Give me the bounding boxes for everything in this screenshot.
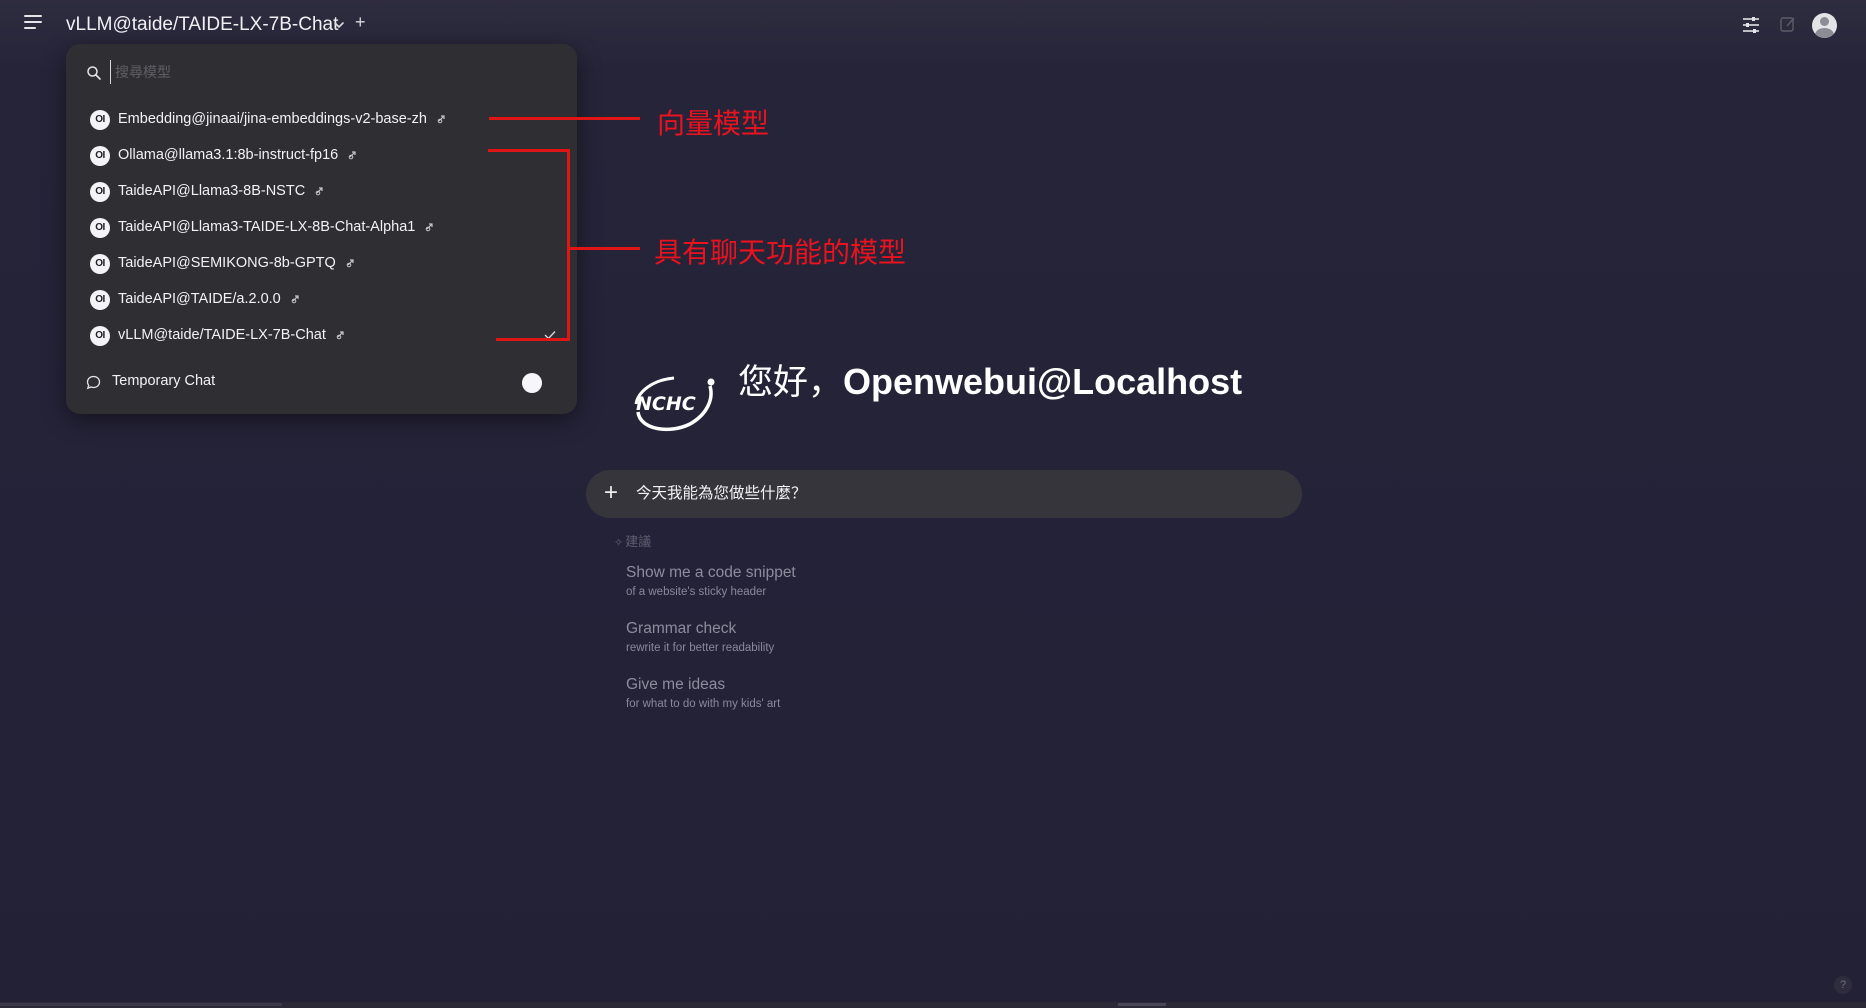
nchc-logo-icon: NCHC: [634, 376, 715, 432]
suggestion-item[interactable]: Give me ideas for what to do with my kid…: [626, 676, 780, 710]
suggestion-item[interactable]: Show me a code snippet of a website's st…: [626, 564, 796, 598]
chat-message-input[interactable]: [636, 482, 1256, 506]
annotation-bracket-vertical: [567, 149, 570, 341]
model-search-input[interactable]: [110, 60, 510, 84]
model-label: TaideAPI@Llama3-TAIDE-LX-8B-Chat-Alpha1: [118, 219, 416, 235]
model-selector-button[interactable]: vLLM@taide/TAIDE-LX-7B-Chat: [66, 14, 338, 36]
suggestion-title: Show me a code snippet: [626, 564, 796, 581]
model-label: Embedding@jinaai/jina-embeddings-v2-base…: [118, 111, 427, 127]
chat-bubble-icon: [86, 375, 101, 390]
suggestions-label: 建議: [625, 534, 652, 549]
menu-icon[interactable]: [24, 15, 46, 35]
temporary-chat-label: Temporary Chat: [112, 373, 216, 389]
chat-input-box: +: [586, 470, 1302, 518]
logo-text: NCHC: [636, 393, 696, 415]
suggestion-title: Give me ideas: [626, 676, 726, 693]
sliders-icon[interactable]: [1741, 16, 1761, 34]
bottom-scrollbar[interactable]: [0, 1002, 1866, 1008]
link-icon: [315, 187, 323, 196]
model-badge-icon: OI: [90, 146, 110, 166]
link-icon: [336, 331, 344, 340]
annotation-chat-models-label: 具有聊天功能的模型: [654, 236, 907, 269]
sparkle-icon: ✧: [614, 537, 624, 549]
greeting-prefix: 您好，: [738, 363, 844, 402]
model-item-taide-a200[interactable]: OI TaideAPI@TAIDE/a.2.0.0: [66, 282, 577, 318]
model-item-taide-nstc[interactable]: OI TaideAPI@Llama3-8B-NSTC: [66, 174, 577, 210]
edit-icon[interactable]: [1779, 15, 1797, 33]
model-item-semikong[interactable]: OI TaideAPI@SEMIKONG-8b-GPTQ: [66, 246, 577, 282]
app-page: vLLM@taide/TAIDE-LX-7B-Chat + 搜尋模型 OI Em…: [0, 0, 1866, 1008]
annotation-embedding-label: 向量模型: [657, 107, 770, 140]
link-icon: [346, 259, 354, 268]
chevron-down-icon[interactable]: [332, 18, 346, 32]
link-icon: [426, 223, 433, 232]
model-label: TaideAPI@TAIDE/a.2.0.0: [118, 291, 281, 307]
top-bar: vLLM@taide/TAIDE-LX-7B-Chat +: [0, 0, 1866, 50]
greeting-heading: 您好，Openwebui@Localhost: [738, 354, 1242, 405]
link-icon: [437, 115, 445, 124]
model-badge-icon: OI: [90, 182, 110, 202]
suggestion-subtitle: of a website's sticky header: [626, 586, 767, 598]
temporary-chat-toggle[interactable]: [522, 373, 542, 393]
annotation-bracket-top: [488, 149, 570, 152]
model-badge-icon: OI: [90, 290, 110, 310]
annotation-bracket-bottom: [496, 338, 570, 341]
help-icon[interactable]: ?: [1834, 976, 1852, 994]
temporary-chat-row[interactable]: Temporary Chat: [86, 370, 556, 396]
model-badge-icon: OI: [90, 254, 110, 274]
suggestion-item[interactable]: Grammar check rewrite it for better read…: [626, 620, 774, 654]
add-model-button[interactable]: +: [355, 12, 366, 33]
model-label: Ollama@llama3.1:8b-instruct-fp16: [118, 147, 339, 163]
model-item-taide-alpha1[interactable]: OI TaideAPI@Llama3-TAIDE-LX-8B-Chat-Alph…: [66, 210, 577, 246]
model-label: TaideAPI@SEMIKONG-8b-GPTQ: [118, 255, 336, 271]
greeting-user: Openwebui@Localhost: [843, 361, 1243, 402]
annotation-line-chat: [570, 247, 640, 250]
annotation-line-embedding: [489, 117, 640, 120]
user-avatar-icon[interactable]: [1812, 13, 1837, 38]
search-icon[interactable]: [86, 65, 102, 81]
model-label: TaideAPI@Llama3-8B-NSTC: [118, 183, 306, 199]
model-item-vllm-selected[interactable]: OI vLLM@taide/TAIDE-LX-7B-Chat: [66, 318, 577, 354]
link-icon: [348, 151, 356, 160]
link-icon: [291, 295, 299, 304]
model-badge-icon: OI: [90, 218, 110, 238]
model-dropdown: OI Embedding@jinaai/jina-embeddings-v2-b…: [66, 44, 577, 414]
suggestion-title: Grammar check: [626, 620, 737, 637]
model-item-embedding[interactable]: OI Embedding@jinaai/jina-embeddings-v2-b…: [66, 102, 577, 138]
model-badge-icon: OI: [90, 326, 110, 346]
model-label: vLLM@taide/TAIDE-LX-7B-Chat: [118, 327, 326, 343]
model-search: [86, 58, 556, 88]
model-list: OI Embedding@jinaai/jina-embeddings-v2-b…: [66, 102, 577, 354]
suggestions-header: ✧ 建議: [614, 531, 651, 550]
add-attachment-button[interactable]: +: [604, 480, 618, 506]
model-item-ollama[interactable]: OI Ollama@llama3.1:8b-instruct-fp16: [66, 138, 577, 174]
suggestion-subtitle: rewrite it for better readability: [626, 642, 775, 654]
model-badge-icon: OI: [90, 110, 110, 130]
suggestion-subtitle: for what to do with my kids' art: [626, 698, 781, 710]
